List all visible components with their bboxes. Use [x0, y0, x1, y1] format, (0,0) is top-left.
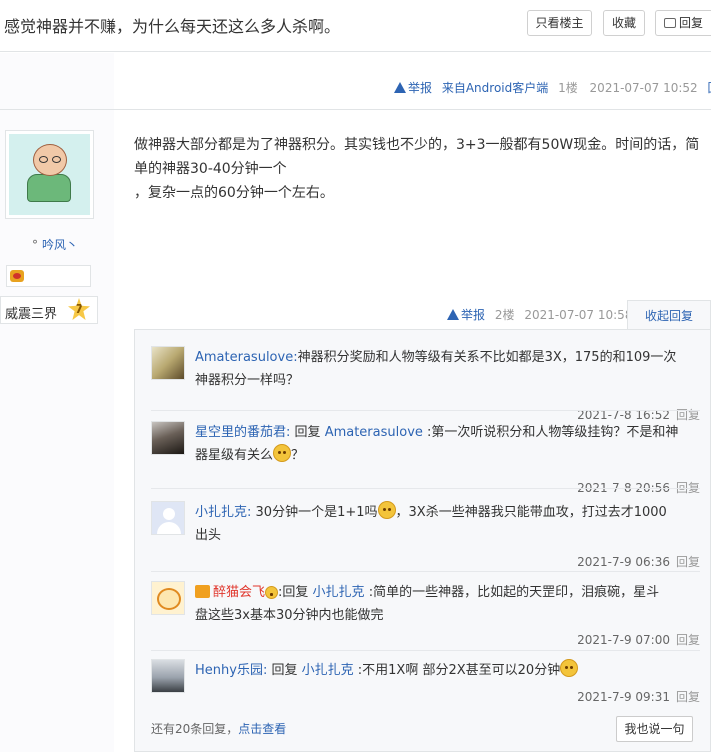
reply-button[interactable]: 回复: [655, 10, 711, 36]
add-comment-button[interactable]: 我也说一句: [616, 716, 693, 742]
reply-to-user[interactable]: 小扎扎克: [302, 663, 354, 678]
comment-text: 小扎扎克: 30分钟一个是1+1吗 ，3X杀一些神器我只能带血攻，打过去才1000…: [195, 501, 704, 547]
author-avatar[interactable]: [5, 130, 94, 219]
comment-meta: 2021-7-9 06:36 回复: [577, 553, 700, 570]
post-time: 2021-07-07 10:52: [589, 81, 698, 95]
comment-time: 2021-7-9 06:36: [577, 555, 670, 569]
comment-time: 2021-7-9 07:00: [577, 633, 670, 647]
comment-item: 星空里的番茄君: 回复 Amaterasulove :第一次听说积分和人物等级挂…: [151, 421, 700, 495]
level-name: 威震三界: [5, 307, 58, 322]
commenter-name[interactable]: Henhy乐园:: [195, 663, 267, 678]
comment-line: 神器积分奖励和人物等级有关系不比如都是3X，175的和109一次: [297, 350, 677, 365]
post-time: 2021-07-07 10:58: [524, 308, 633, 322]
view-more-link[interactable]: 点击查看: [238, 722, 286, 736]
comment-reply-link[interactable]: 回复: [676, 690, 700, 704]
comment-meta: 2021-7-9 09:31 回复: [577, 688, 700, 705]
only-op-button[interactable]: 只看楼主: [527, 10, 592, 36]
floor-number: 2楼: [494, 308, 515, 322]
comment-line: 盘这些3x基本30分钟内也能做完: [195, 608, 384, 623]
comment-item: Henhy乐园: 回复 小扎扎克 :不用1X啊 部分2X甚至可以20分钟 202…: [151, 659, 700, 709]
comment-divider: [151, 410, 700, 411]
favorite-button[interactable]: 收藏: [603, 10, 645, 36]
thread-title: 感觉神器并不赚，为什么每天还这么多人杀啊。: [4, 17, 341, 36]
comment-line: :简单的一些神器，比如起的天罡印，泪痕碗，星斗: [368, 585, 660, 600]
author-level[interactable]: 威震三界 7: [0, 296, 98, 324]
comment-icon: [663, 18, 676, 28]
floor2-tail: 举报 2楼 2021-07-07 10:58: [447, 307, 632, 323]
author-name-label: 吟风丶: [41, 238, 78, 252]
smile-emoji-icon: [265, 586, 279, 599]
comment-text: Amaterasulove:神器积分奖励和人物等级有关系不比如都是3X，175的…: [195, 346, 704, 392]
comment-item: 醉猫会飞 :回复 小扎扎克 :简单的一些神器，比如起的天罡印，泪痕碗，星斗 盘这些…: [151, 581, 700, 647]
comment-reply-link[interactable]: 回复: [676, 555, 700, 569]
reply-word: :回复: [278, 585, 309, 600]
report-label: 举报: [408, 81, 433, 95]
reply-button-label: 回复: [678, 16, 703, 30]
client-link[interactable]: 来自Android客户端: [442, 81, 548, 95]
reply-word: 回复: [294, 425, 321, 440]
surprised-emoji-icon: [273, 444, 292, 462]
comment-line: 出头: [195, 528, 222, 543]
comment-tail: ？: [291, 448, 305, 463]
commenter-name[interactable]: 星空里的番茄君:: [195, 425, 290, 440]
more-replies-text: 还有20条回复，: [151, 722, 239, 736]
comment-line: :第一次听说积分和人物等级挂钩？不是和神: [427, 425, 679, 440]
reply-to-user[interactable]: Amaterasulove: [325, 425, 423, 440]
comment-reply-link[interactable]: 回复: [676, 633, 700, 647]
commenter-avatar[interactable]: [151, 421, 185, 455]
warning-icon: [394, 82, 406, 93]
comment-text: 醉猫会飞 :回复 小扎扎克 :简单的一些神器，比如起的天罡印，泪痕碗，星斗 盘这些…: [195, 581, 704, 627]
avatar-image: [9, 134, 90, 215]
comment-divider: [151, 650, 700, 651]
floor-number: 1楼: [558, 81, 578, 95]
comment-text: Henhy乐园: 回复 小扎扎克 :不用1X啊 部分2X甚至可以20分钟: [195, 659, 704, 682]
floor-reply-link[interactable]: 回复: [708, 81, 711, 95]
warning-icon: [447, 309, 459, 320]
commenter-avatar[interactable]: [151, 581, 185, 615]
commenter-avatar[interactable]: [151, 501, 185, 535]
report-link[interactable]: 举报: [447, 308, 485, 322]
comment-text: 星空里的番茄君: 回复 Amaterasulove :第一次听说积分和人物等级挂…: [195, 421, 704, 467]
comment-line: :不用1X啊 部分2X甚至可以20分钟: [357, 663, 561, 678]
comment-item: 小扎扎克: 30分钟一个是1+1吗 ，3X杀一些神器我只能带血攻，打过去才1000…: [151, 501, 700, 569]
commenter-name[interactable]: Amaterasulove:: [195, 350, 298, 365]
author-badge[interactable]: [6, 265, 91, 287]
floor1-tail: 举报 来自Android客户端 1楼 2021-07-07 10:52 回复: [394, 80, 711, 96]
report-label: 举报: [461, 308, 486, 322]
sweat-emoji-icon: [377, 501, 396, 519]
commenter-name[interactable]: 醉猫会飞: [213, 585, 265, 600]
level-star-icon: 7: [68, 298, 90, 320]
report-link[interactable]: 举报: [394, 81, 432, 95]
comment-line: ，3X杀一些神器我只能带血攻，打过去才1000: [395, 505, 667, 520]
commenter-avatar[interactable]: [151, 659, 185, 693]
comment-line: 器星级有关么: [195, 448, 274, 463]
commenter-name[interactable]: 小扎扎克:: [195, 505, 251, 520]
thread-header: 感觉神器并不赚，为什么每天还这么多人杀啊。 只看楼主 收藏 回复: [0, 0, 711, 52]
post-line: 单的神器30-40分钟一个: [134, 161, 287, 177]
more-replies: 还有20条回复，点击查看: [151, 720, 286, 737]
comment-divider: [151, 571, 700, 572]
comment-line: 30分钟一个是1+1吗: [255, 505, 378, 520]
grin-emoji-icon: [560, 659, 579, 677]
comment-time: 2021-7-9 09:31: [577, 690, 670, 704]
comment-line: 神器积分一样吗？: [195, 373, 300, 388]
reply-to-user[interactable]: 小扎扎克: [313, 585, 365, 600]
collapse-replies-button[interactable]: 收起回复: [627, 300, 711, 330]
post-content: 做神器大部分都是为了神器积分。其实钱也不少的，3+3一般都有50W现金。时间的话…: [134, 133, 700, 205]
reply-word: 回复: [271, 663, 298, 678]
comments-panel: Amaterasulove:神器积分奖励和人物等级有关系不比如都是3X，175的…: [134, 329, 711, 752]
comment-divider: [151, 488, 700, 489]
vip-badge-icon: [195, 585, 210, 598]
comment-meta: 2021-7-9 07:00 回复: [577, 631, 700, 648]
post-line: 做神器大部分都是为了神器积分。其实钱也不少的，3+3一般都有50W现金。时间的话…: [134, 137, 700, 153]
commenter-avatar[interactable]: [151, 346, 185, 380]
post-line: ，复杂一点的60分钟一个左右。: [134, 185, 334, 201]
floor1-left-column: [0, 53, 114, 109]
comment-item: Amaterasulove:神器积分奖励和人物等级有关系不比如都是3X，175的…: [151, 346, 700, 422]
author-name[interactable]: ° 吟风丶: [0, 236, 110, 253]
game-badge-icon: [10, 270, 24, 282]
